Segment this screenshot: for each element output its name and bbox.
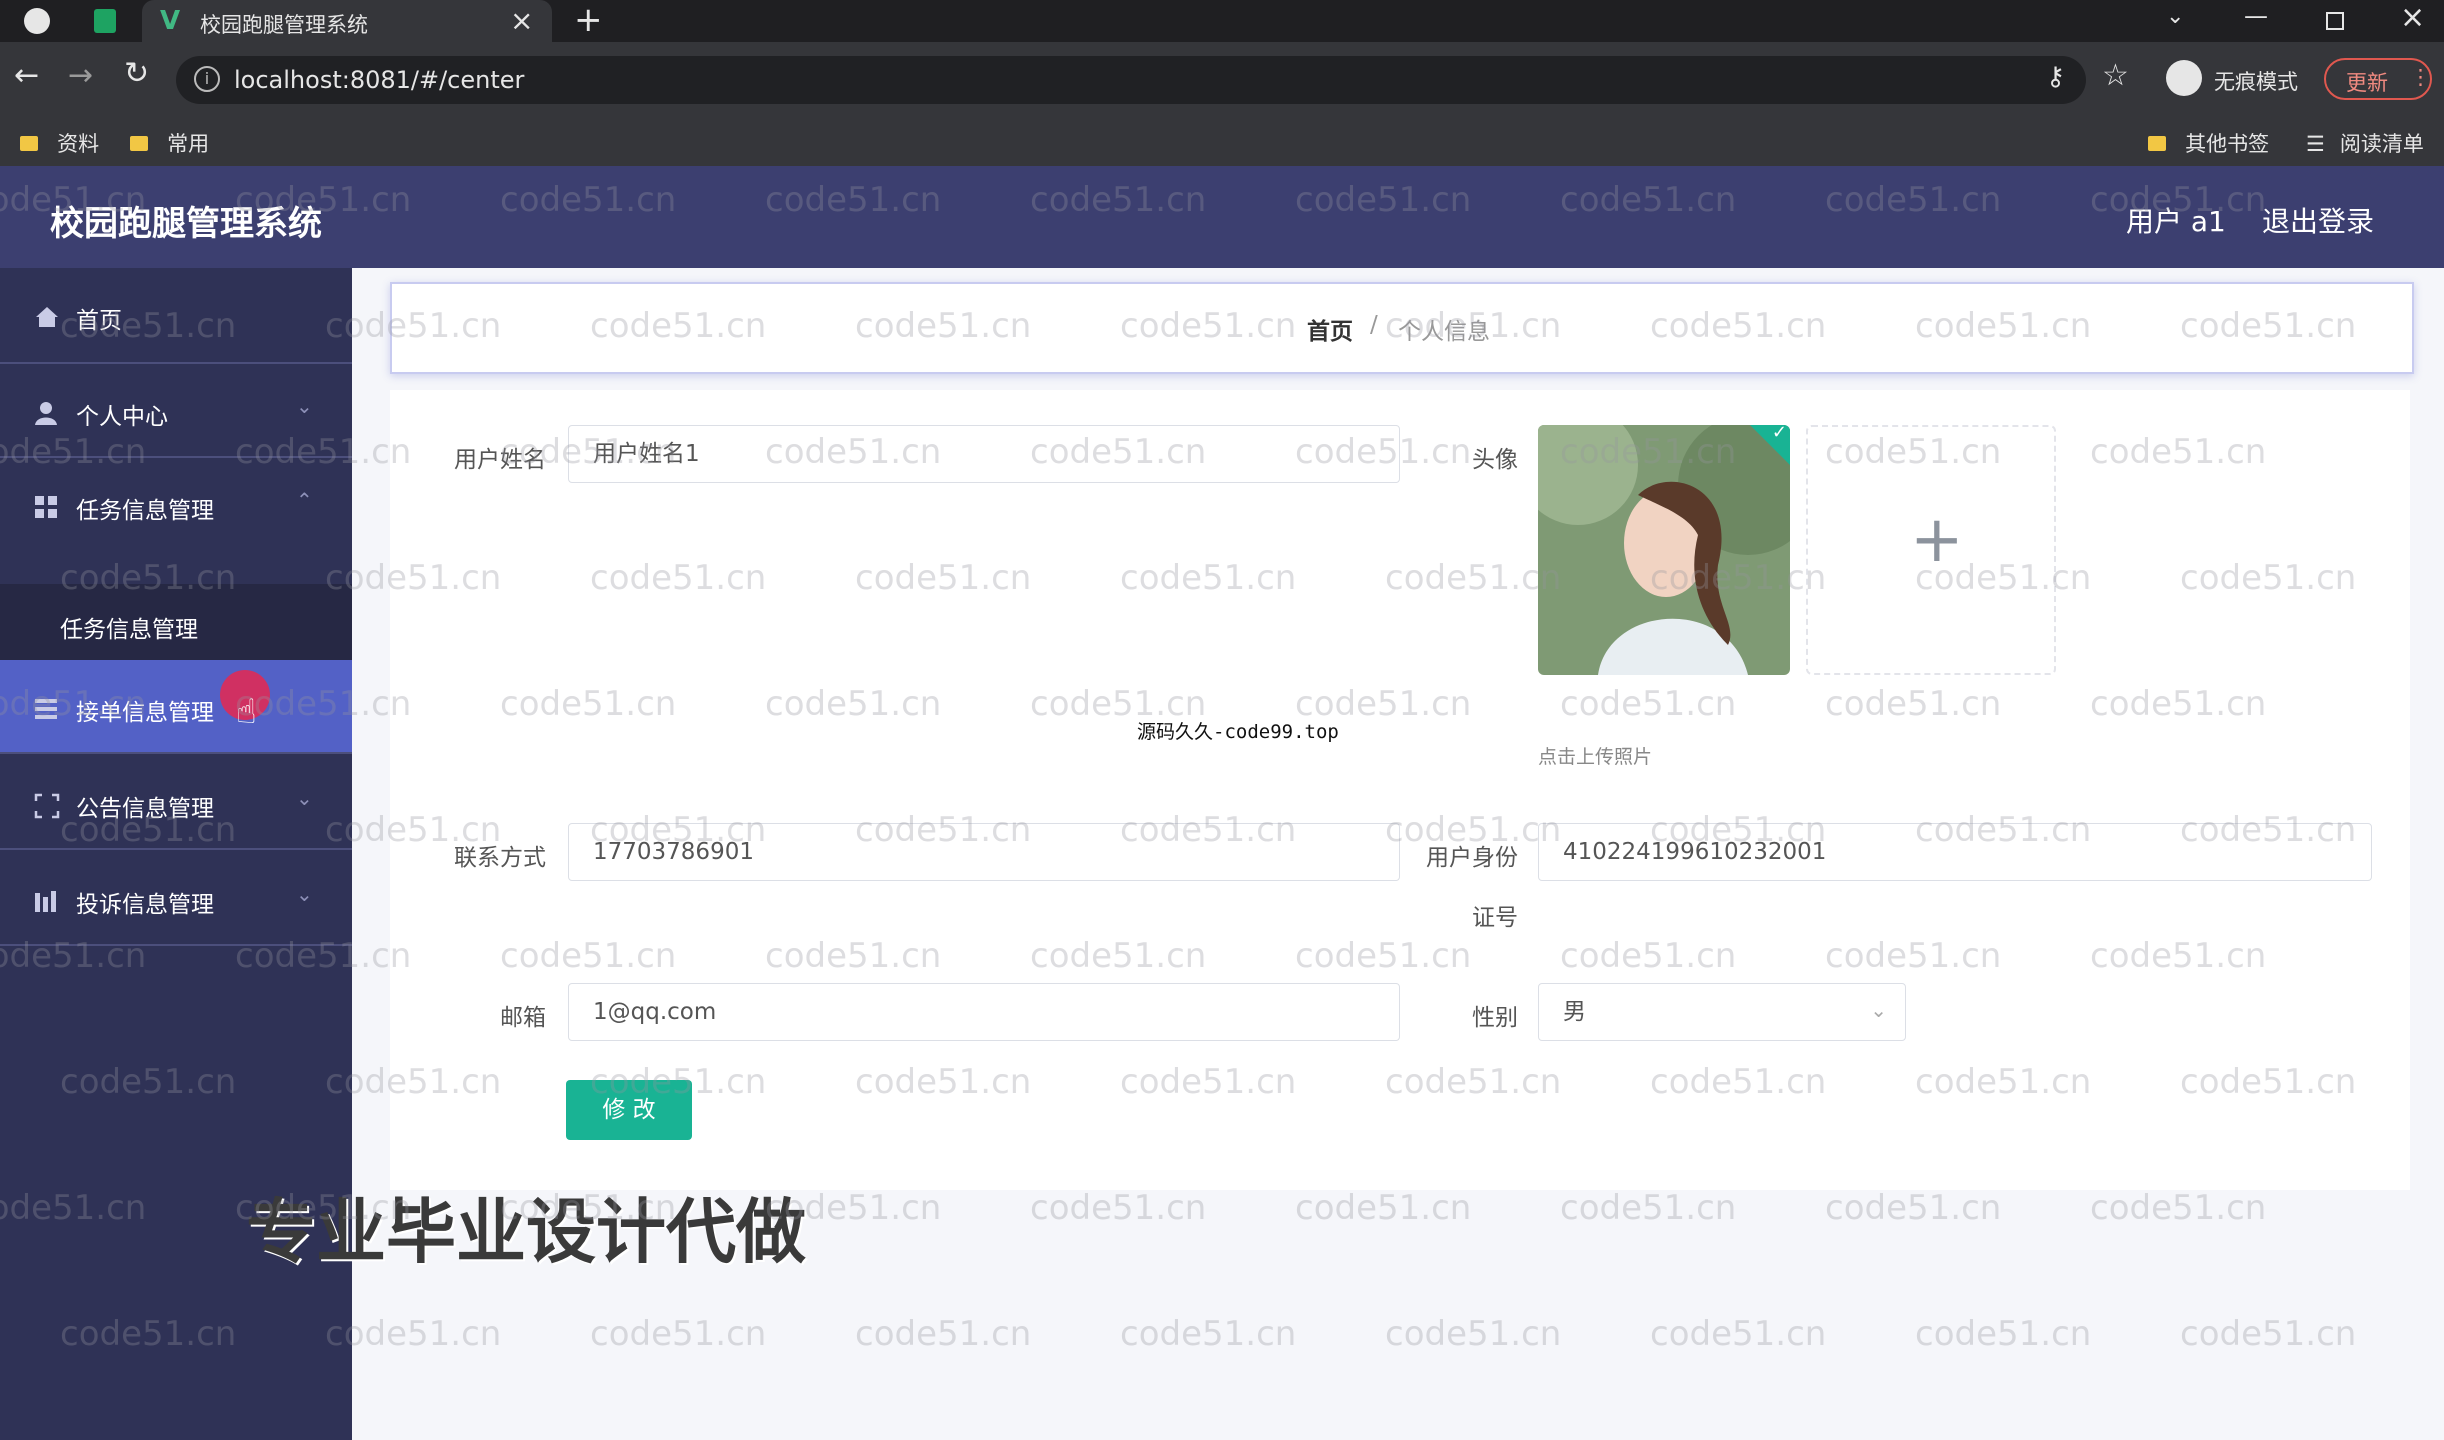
upload-hint: 点击上传照片: [1538, 746, 1653, 768]
logout-button[interactable]: 退出登录: [2262, 200, 2374, 240]
close-icon[interactable]: ×: [2400, 0, 2425, 35]
chevron-down-icon: ⌄: [296, 394, 313, 418]
breadcrumb-home[interactable]: 首页: [1307, 312, 1353, 346]
sidebar-item-complaints[interactable]: 投诉信息管理 ⌄: [0, 852, 352, 946]
avatar-image[interactable]: ✓: [1538, 425, 1790, 675]
sidebar-item-label: 公告信息管理: [76, 796, 214, 822]
breadcrumb-current: 个人信息: [1398, 319, 1490, 345]
sidebar-item-orders[interactable]: 接单信息管理: [0, 660, 352, 754]
idcard-label-line2: 证号: [1472, 905, 1518, 931]
other-bookmarks[interactable]: 其他书签: [2148, 128, 2269, 158]
breadcrumb-separator: /: [1370, 312, 1378, 338]
bookmark-label-2: 常用: [167, 132, 210, 156]
app-title: 校园跑腿管理系统: [50, 204, 322, 244]
url-field[interactable]: i localhost:8081/#/center ⚷: [176, 56, 2086, 104]
phone-label: 联系方式: [454, 845, 546, 871]
bracket-icon: [34, 793, 60, 819]
home-icon: [34, 305, 58, 327]
user-icon: [34, 401, 57, 425]
sidebar-item-tasks[interactable]: 任务信息管理 ⌃: [0, 458, 352, 552]
bookmark-star-icon[interactable]: ☆: [2102, 58, 2129, 93]
sidebar-item-label: 接单信息管理: [76, 700, 214, 726]
key-icon[interactable]: ⚷: [2046, 62, 2065, 92]
current-user: 用户 a1: [2126, 205, 2226, 238]
reading-list[interactable]: ☰ 阅读清单: [2306, 128, 2424, 158]
restore-icon[interactable]: [2326, 12, 2344, 30]
folder-icon: [130, 136, 148, 151]
tab-search-icon[interactable]: ⌄: [2166, 4, 2184, 29]
list-icon: [34, 697, 57, 719]
check-icon: ✓: [1771, 425, 1787, 443]
sidebar-item-profile[interactable]: 个人中心 ⌄: [0, 364, 352, 458]
gender-select[interactable]: 男 ⌄: [1538, 983, 1906, 1041]
incognito-label: 无痕模式: [2214, 70, 2298, 94]
browser-tab-bar: V 校园跑腿管理系统 × + ⌄ — ×: [0, 0, 2444, 42]
email-label: 邮箱: [500, 1005, 546, 1031]
chart-icon: [34, 889, 56, 912]
sidebar-item-label: 任务信息管理: [76, 498, 214, 524]
chevron-down-icon: ⌄: [1870, 998, 1887, 1022]
bookmark-label-1: 资料: [57, 132, 100, 156]
sidebar-subitem-label: 任务信息管理: [60, 617, 198, 643]
update-label: 更新: [2346, 71, 2388, 95]
folder-icon: [20, 136, 38, 151]
browser-menu-icon[interactable]: [24, 8, 50, 34]
avatar-upload-button[interactable]: +: [1806, 425, 2056, 675]
new-tab-button[interactable]: +: [574, 0, 603, 40]
sheets-favicon-icon[interactable]: [94, 9, 116, 33]
overlay-caption: 源码久久-code99.top: [1137, 721, 1339, 743]
gender-label: 性别: [1472, 1005, 1518, 1031]
plus-icon: +: [1910, 503, 1964, 577]
chevron-down-icon: ⌄: [296, 786, 313, 810]
vue-favicon-icon: V: [160, 6, 181, 36]
sidebar-item-label: 首页: [76, 308, 122, 334]
folder-icon: [2148, 136, 2166, 151]
bookmark-folder-1[interactable]: 资料: [20, 128, 99, 158]
sidebar-item-home[interactable]: 首页: [0, 268, 352, 364]
gender-value: 男: [1563, 999, 1586, 1025]
url-text: localhost:8081/#/center: [234, 66, 525, 94]
email-input[interactable]: 1@qq.com: [568, 983, 1400, 1041]
chevron-up-icon: ⌃: [296, 488, 313, 512]
other-bookmarks-label: 其他书签: [2185, 132, 2270, 156]
tab-active[interactable]: V 校园跑腿管理系统 ×: [142, 0, 552, 42]
avatar-label: 头像: [1472, 447, 1518, 473]
grid-icon: [34, 495, 57, 518]
reading-list-icon: ☰: [2306, 132, 2325, 156]
tab-close-icon[interactable]: ×: [510, 4, 533, 37]
hand-cursor-icon: ☝: [236, 692, 257, 732]
username-input[interactable]: 用户姓名1: [568, 425, 1400, 483]
profile-form: [390, 390, 2410, 1190]
sidebar-subitem-tasks[interactable]: 任务信息管理: [0, 584, 352, 660]
forward-icon[interactable]: →: [68, 58, 93, 93]
username-label: 用户姓名: [454, 447, 546, 473]
minimize-icon[interactable]: —: [2244, 2, 2268, 30]
promo-banner: 专业毕业设计代做: [246, 1191, 806, 1273]
idcard-label: 用户身份: [1426, 845, 1518, 871]
app-header: [0, 166, 2444, 268]
idcard-input[interactable]: 410224199610232001: [1538, 823, 2372, 881]
chevron-down-icon: ⌄: [296, 882, 313, 906]
bookmarks-bar: 资料 常用 其他书签 ☰ 阅读清单: [0, 116, 2444, 167]
update-button[interactable]: 更新 ⋮: [2324, 58, 2432, 100]
info-icon[interactable]: i: [194, 66, 220, 92]
reload-icon[interactable]: ↻: [124, 56, 149, 91]
phone-input[interactable]: 17703786901: [568, 823, 1400, 881]
submit-button[interactable]: 修 改: [566, 1080, 692, 1140]
bookmark-folder-2[interactable]: 常用: [130, 128, 209, 158]
sidebar-item-notices[interactable]: 公告信息管理 ⌄: [0, 756, 352, 850]
back-icon[interactable]: ←: [14, 58, 39, 93]
reading-list-label: 阅读清单: [2339, 132, 2424, 156]
incognito-icon[interactable]: [2166, 60, 2202, 96]
tab-title: 校园跑腿管理系统: [200, 13, 368, 37]
sidebar-item-label: 投诉信息管理: [76, 892, 214, 918]
sidebar-item-label: 个人中心: [76, 404, 168, 430]
more-menu-icon[interactable]: ⋮: [2410, 65, 2431, 89]
